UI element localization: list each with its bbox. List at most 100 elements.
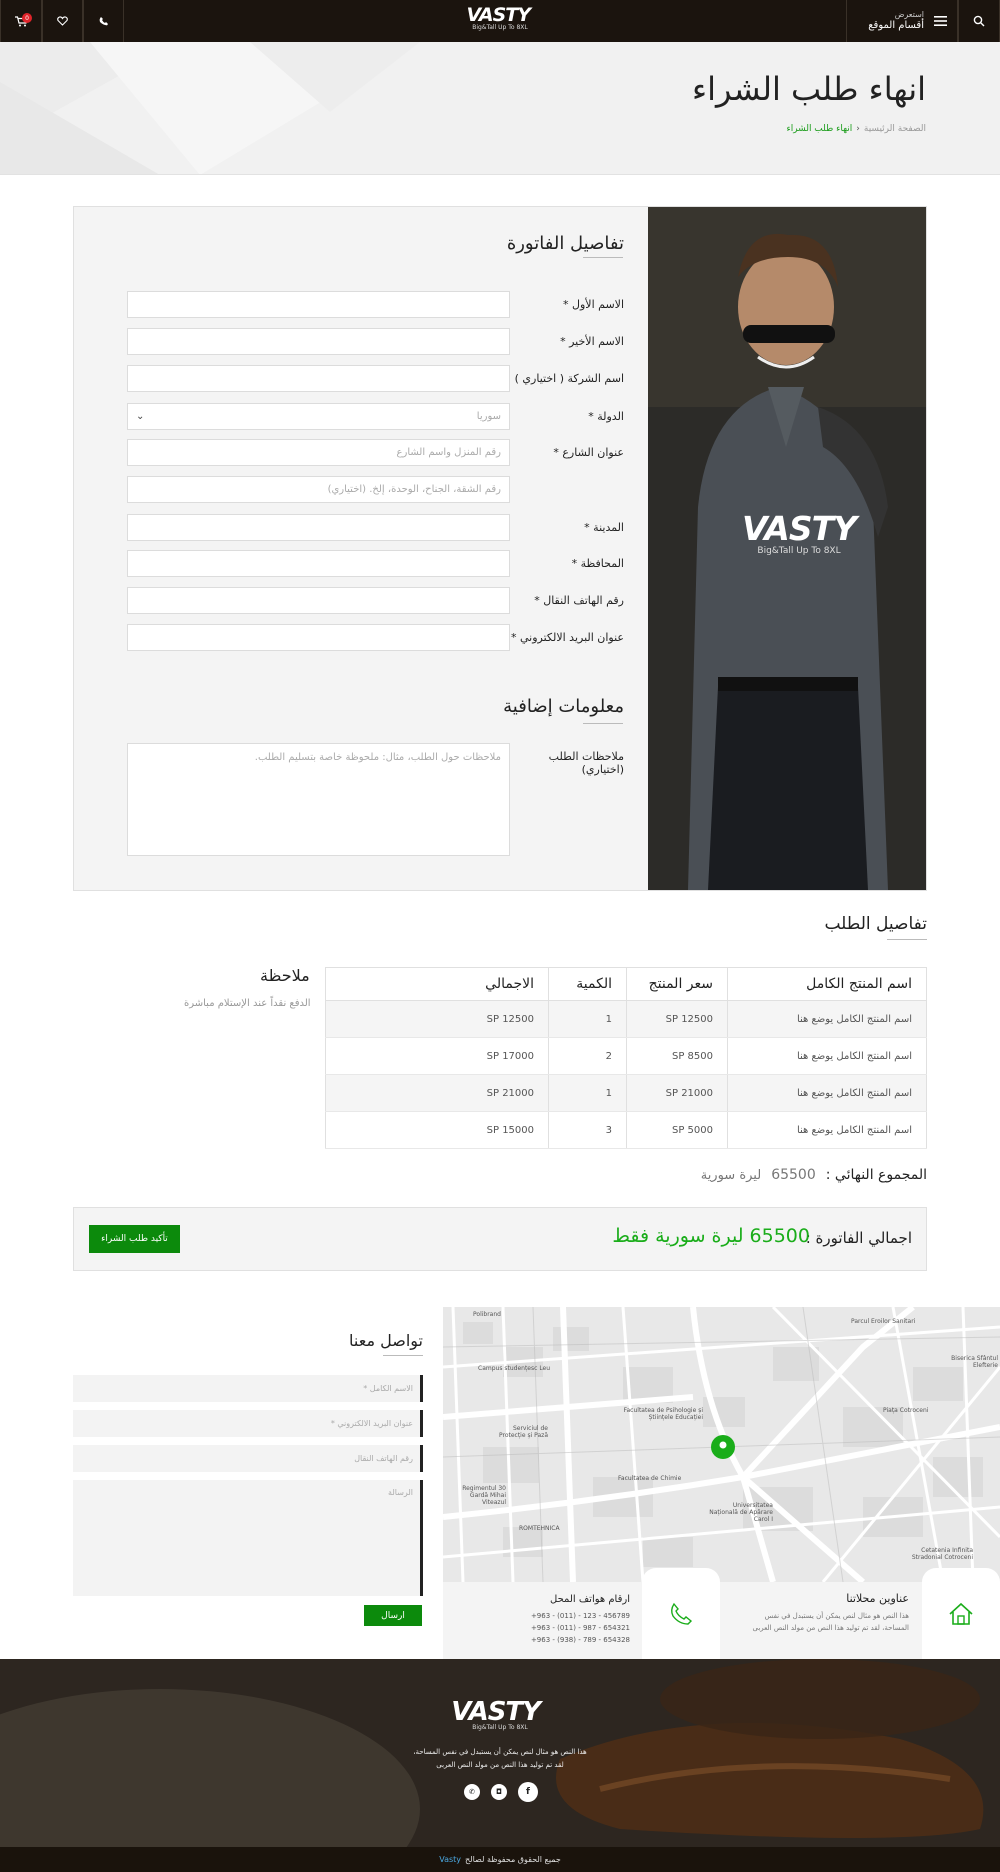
phone-number: +963 - (011) - 987 - 654321 <box>530 1624 630 1632</box>
instagram-icon[interactable]: ◘ <box>491 1784 507 1800</box>
cell-total: 15000 SP <box>325 1111 549 1149</box>
phone-icon <box>99 17 108 26</box>
facebook-icon[interactable]: f <box>518 1782 538 1802</box>
input-accent-bar <box>420 1480 423 1596</box>
header-price: سعر المنتج <box>626 967 728 1001</box>
header-quantity: الكمية <box>548 967 627 1001</box>
copyright-brand[interactable]: Vasty <box>439 1855 461 1864</box>
street-input[interactable]: رقم المنزل واسم الشارع <box>127 439 510 466</box>
banner-background-shapes <box>0 42 420 174</box>
contact-name-placeholder: الاسم الكامل * <box>363 1384 413 1393</box>
cell-total: 12500 SP <box>325 1000 549 1038</box>
address-title: عناوين محلاتنا <box>846 1592 909 1605</box>
extra-info-underline <box>583 723 623 724</box>
home-icon-box <box>922 1568 1000 1659</box>
footer-logo-text: VASTY <box>451 1697 541 1727</box>
map-label: Campus studențesc Leu <box>478 1365 551 1372</box>
invoice-summary-box: اجمالي الفاتورة : 65500 ليرة سورية فقط <box>73 1207 927 1271</box>
map-label: Facultatea de Psihologie și Științele Ed… <box>623 1407 703 1421</box>
notes-placeholder: ملاحظات حول الطلب، مثال: ملحوظة خاصة بتس… <box>254 752 501 763</box>
email-input[interactable] <box>127 624 510 651</box>
breadcrumb-home[interactable]: الصفحة الرئيسية <box>864 124 926 134</box>
invoice-label: اجمالي الفاتورة : <box>805 1229 912 1247</box>
page-title: انهاء طلب الشراء <box>692 70 926 108</box>
street-placeholder: رقم المنزل واسم الشارع <box>396 447 501 458</box>
map-label: Polibrand <box>473 1311 501 1318</box>
phone-number: +963 - (938) - 789 - 654328 <box>530 1636 630 1644</box>
apartment-placeholder: رقم الشقة، الجناح، الوحدة، إلخ. (اختياري… <box>327 484 501 495</box>
contact-title-underline <box>383 1355 423 1356</box>
search-button[interactable] <box>958 0 1000 42</box>
map-label: Universitatea Națională de Apărare Carol… <box>709 1502 773 1523</box>
site-footer: VASTY Big&Tall Up To 8XL هذا النص هو مثا… <box>0 1659 1000 1847</box>
contact-email-input[interactable]: عنوان البريد الالكتروني * <box>73 1410 423 1437</box>
header-product-name: اسم المنتج الكامل <box>727 967 927 1001</box>
first-name-label: الاسم الأول * <box>563 298 624 311</box>
model-photo: VASTY Big&Tall Up To 8XL <box>648 207 926 890</box>
apartment-input[interactable]: رقم الشقة، الجناح، الوحدة، إلخ. (اختياري… <box>127 476 510 503</box>
store-info-bar: عناوين محلاتنا هذا النص هو مثال لنص يمكن… <box>443 1568 1000 1659</box>
phones-title: ارقام هواتف المحل <box>550 1594 630 1605</box>
country-select[interactable]: ⌄ سوريا <box>127 403 510 430</box>
city-label: المدينة * <box>584 521 624 534</box>
footer-text-line2: لقد تم توليد هذا النص من مولد النص العرب… <box>436 1761 564 1769</box>
grand-total-label: المجموع النهائي : <box>825 1167 927 1183</box>
extra-info-title: معلومات إضافية <box>503 696 624 717</box>
heart-icon <box>57 16 68 26</box>
footer-text-line1: هذا النص هو مثال لنص يمكن أن يستبدل في ن… <box>413 1748 587 1756</box>
city-input[interactable] <box>127 514 510 541</box>
mobile-label: رقم الهاتف النقال * <box>534 594 624 607</box>
chevron-left-icon: ‹ <box>856 124 860 134</box>
address-text: هذا النص هو مثال لنص يمكن أن يستبدل في ن… <box>752 1612 910 1632</box>
cell-price: 21000 SP <box>626 1074 728 1112</box>
grand-total-value: 65500 <box>771 1167 816 1183</box>
cell-product-name: اسم المنتج الكامل يوضع هنا <box>727 1037 927 1075</box>
whatsapp-icon[interactable]: ✆ <box>464 1784 480 1800</box>
phone-button[interactable] <box>83 0 124 42</box>
chevron-down-icon: ⌄ <box>136 411 145 422</box>
map-label: Serviciul de Protecție și Pază <box>498 1425 548 1439</box>
country-value: سوريا <box>476 411 501 422</box>
country-label: الدولة * <box>588 410 624 423</box>
map-label: Facultatea de Chimie <box>618 1475 682 1482</box>
billing-title: تفاصيل الفاتورة <box>506 233 624 254</box>
table-row: اسم المنتج الكامل يوضع هنا 8500 SP 2 170… <box>325 1037 927 1075</box>
cell-product-name: اسم المنتج الكامل يوضع هنا <box>727 1074 927 1112</box>
search-icon <box>973 15 985 27</box>
menu-small-label: استعرض <box>894 10 924 20</box>
photo-logo: VASTY Big&Tall Up To 8XL <box>742 509 857 556</box>
first-name-input[interactable] <box>127 291 510 318</box>
map-label: Biserica Sfântul Elefterie <box>951 1355 998 1369</box>
notes-label: ملاحظات الطلب (اختياري) <box>548 750 624 776</box>
map-label: Piața Cotroceni <box>883 1407 929 1414</box>
store-map[interactable]: Facultatea de Psihologie și Științele Ed… <box>443 1307 1000 1582</box>
mobile-input[interactable] <box>127 587 510 614</box>
phone-icon <box>671 1602 693 1625</box>
header-logo[interactable]: VASTY Big&Tall Up To 8XL <box>466 6 531 31</box>
contact-message-textarea[interactable]: الرسالة <box>73 1480 423 1596</box>
company-label: اسم الشركة ( اختياري ) <box>514 372 624 385</box>
province-input[interactable] <box>127 550 510 577</box>
contact-phone-input[interactable]: رقم الهاتف النقال <box>73 1445 423 1472</box>
phone-number: +963 - (011) - 123 - 456789 <box>530 1612 630 1620</box>
cell-price: 5000 SP <box>626 1111 728 1149</box>
cell-quantity: 1 <box>548 1074 627 1112</box>
map-label: Cetatenia Infinita Stradonial Cotroceni <box>911 1547 973 1561</box>
send-button[interactable]: ارسال <box>364 1605 422 1626</box>
table-row: اسم المنتج الكامل يوضع هنا 21000 SP 1 21… <box>325 1074 927 1112</box>
wishlist-button[interactable] <box>42 0 83 42</box>
photo-logo-text: VASTY <box>742 509 857 548</box>
last-name-input[interactable] <box>127 328 510 355</box>
site-header: استعرض أقسام الموقع VASTY Big&Tall Up To… <box>0 0 1000 42</box>
menu-label: أقسام الموقع <box>868 19 924 31</box>
company-input[interactable] <box>127 365 510 392</box>
order-title-underline <box>887 939 927 940</box>
note-title: ملاحظة <box>260 966 310 985</box>
order-notes-textarea[interactable]: ملاحظات حول الطلب، مثال: ملحوظة خاصة بتس… <box>127 743 510 856</box>
site-sections-menu[interactable]: استعرض أقسام الموقع <box>846 0 958 42</box>
province-label: المحافظة * <box>571 557 624 570</box>
contact-name-input[interactable]: الاسم الكامل * <box>73 1375 423 1402</box>
note-text: الدفع نقداً عند الإستلام مباشرة <box>184 998 311 1009</box>
cart-button[interactable]: 0 <box>0 0 42 42</box>
confirm-order-button[interactable]: تأكيد طلب الشراء <box>89 1225 180 1253</box>
